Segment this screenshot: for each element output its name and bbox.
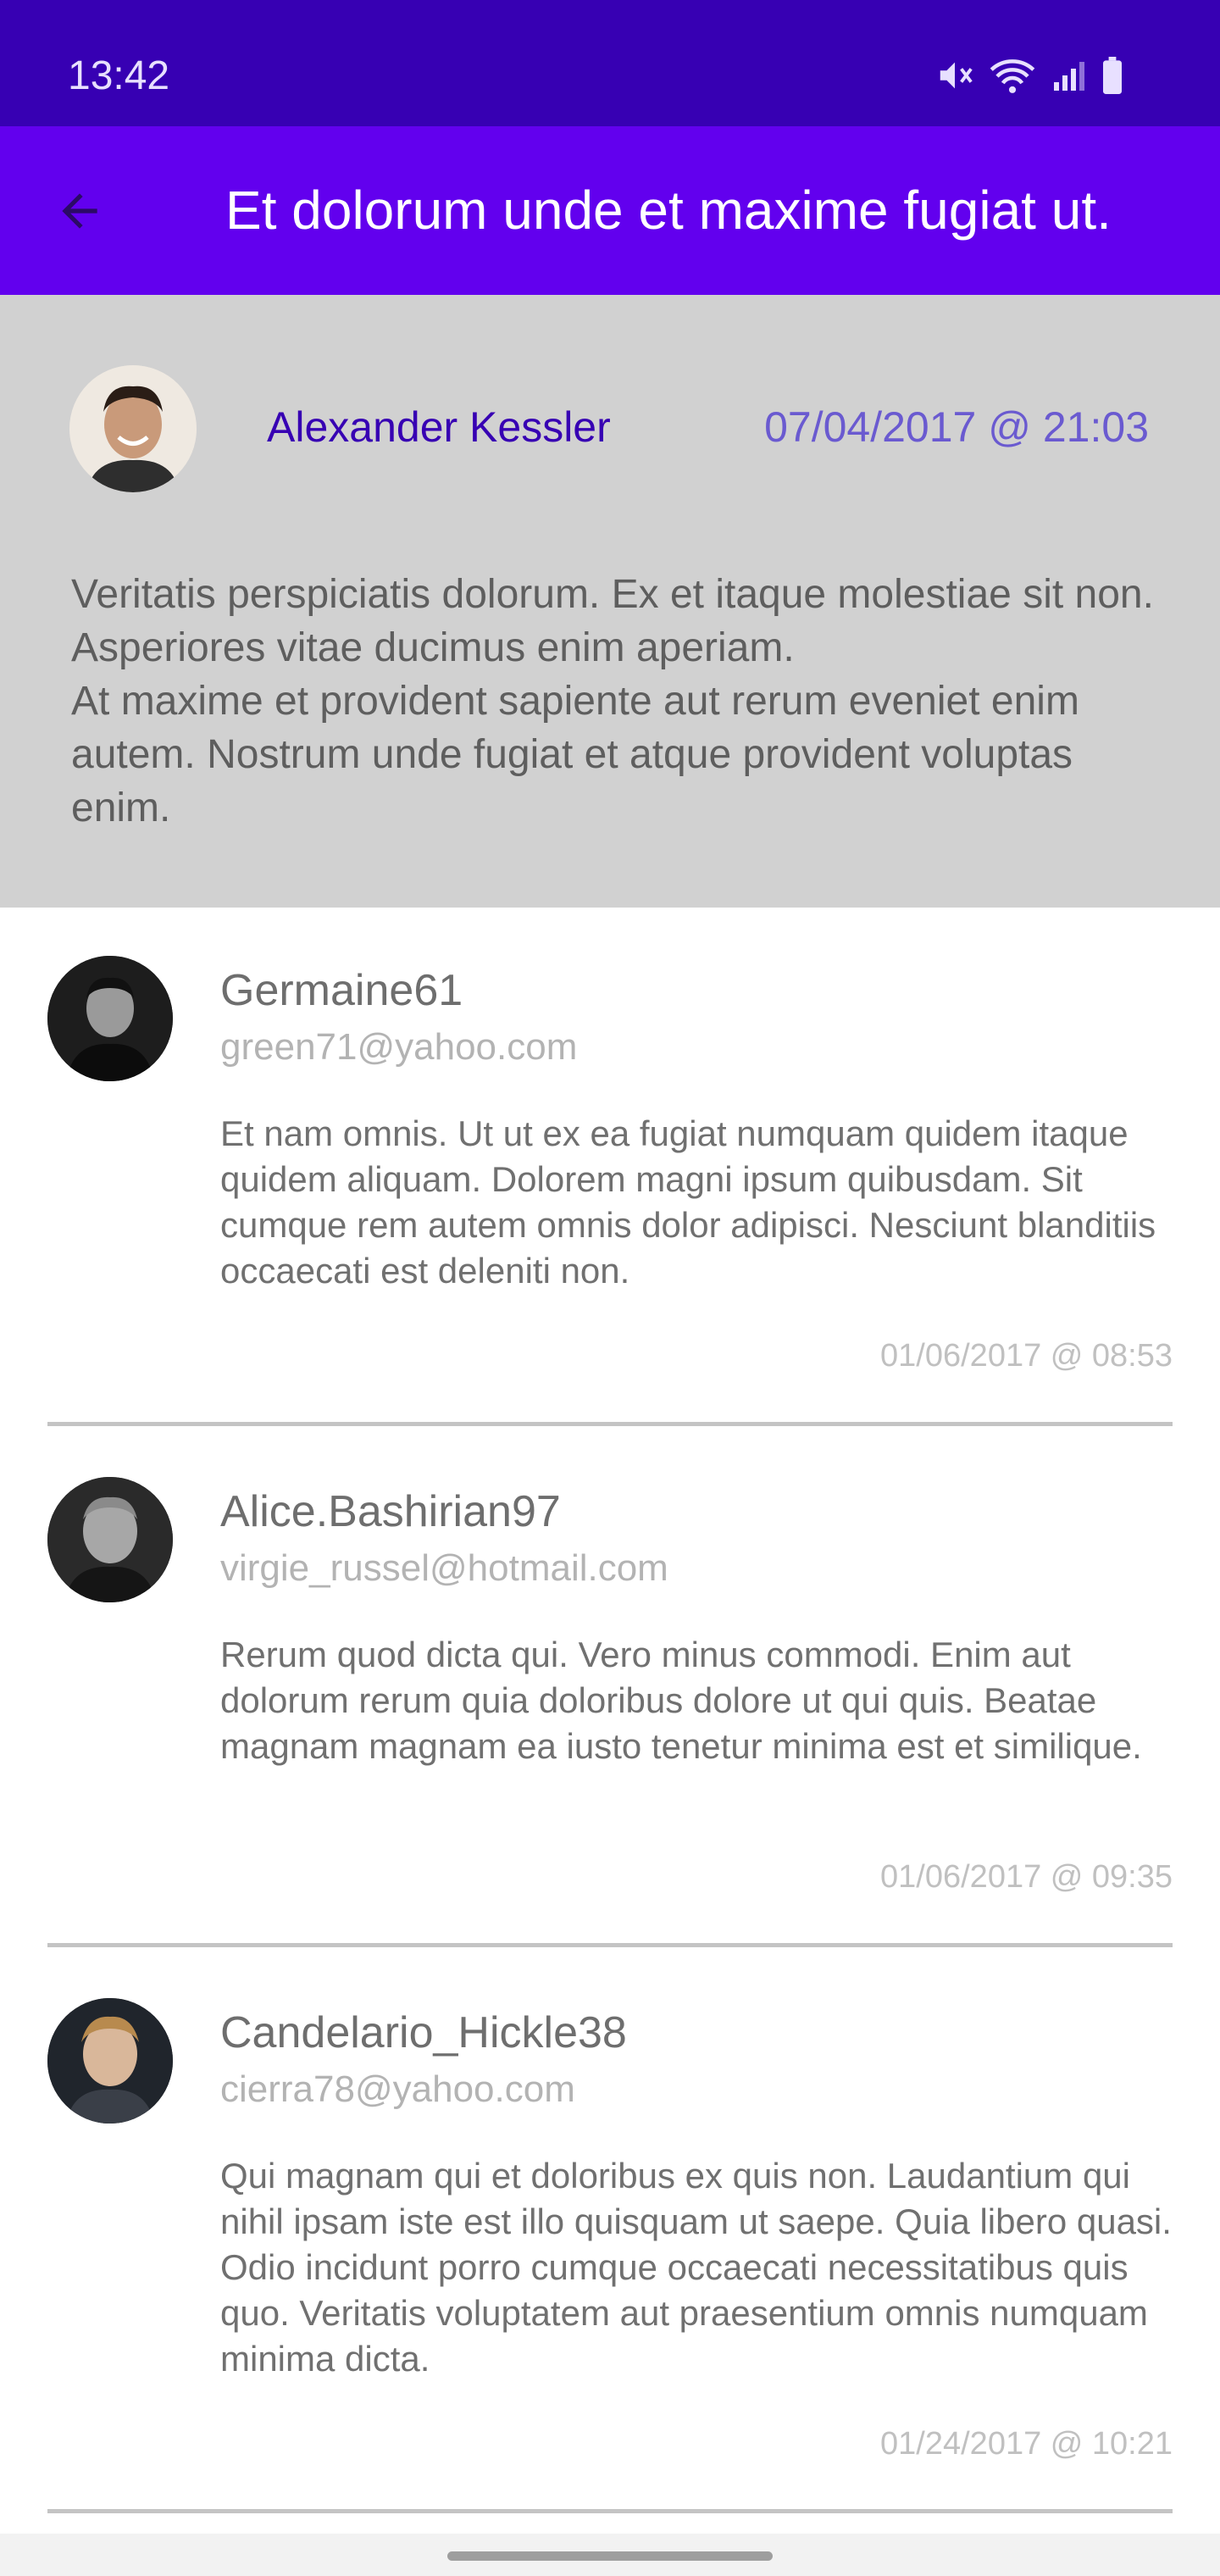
mute-icon: [935, 56, 974, 95]
list-item[interactable]: Alice.Bashirian97 virgie_russel@hotmail.…: [0, 1429, 1220, 1950]
avatar[interactable]: [47, 1477, 173, 1602]
author-avatar[interactable]: [69, 365, 197, 492]
divider: [47, 1422, 1173, 1426]
wifi-icon: [990, 56, 1035, 95]
navigation-bar: [0, 2534, 1220, 2576]
status-bar: 13:42: [0, 0, 1220, 126]
signal-icon: [1051, 58, 1084, 92]
comment-email: virgie_russel@hotmail.com: [220, 1547, 668, 1589]
home-gesture-handle[interactable]: [447, 2551, 773, 2561]
comment-username: Alice.Bashirian97: [220, 1487, 561, 1536]
comment-email: green71@yahoo.com: [220, 1026, 578, 1068]
arrow-back-icon: [53, 185, 106, 242]
comment-body: Rerum quod dicta qui. Vero minus commodi…: [220, 1635, 1142, 1766]
comment-date: 01/24/2017 @ 10:21: [880, 2426, 1173, 2462]
divider: [47, 2509, 1173, 2513]
comment-body: Et nam omnis. Ut ut ex ea fugiat numquam…: [220, 1113, 1156, 1291]
comment-date: 01/06/2017 @ 09:35: [880, 1859, 1173, 1895]
app-bar: Et dolorum unde et maxime fugiat ut.: [0, 126, 1220, 295]
back-button[interactable]: [44, 177, 115, 248]
divider: [47, 1943, 1173, 1947]
comments-list: Germaine61 green71@yahoo.com Et nam omni…: [0, 908, 1220, 2518]
post-header: Alexander Kessler 07/04/2017 @ 21:03 Ver…: [0, 295, 1220, 908]
list-item[interactable]: Germaine61 green71@yahoo.com Et nam omni…: [0, 908, 1220, 1429]
page-title: Et dolorum unde et maxime fugiat ut.: [225, 180, 1112, 241]
avatar[interactable]: [47, 956, 173, 1081]
comment-username: Germaine61: [220, 966, 463, 1015]
comment-body: Qui magnam qui et doloribus ex quis non.…: [220, 2156, 1172, 2379]
post-date: 07/04/2017 @ 21:03: [764, 403, 1149, 451]
comment-email: cierra78@yahoo.com: [220, 2068, 575, 2110]
battery-icon: [1100, 57, 1125, 94]
status-time: 13:42: [68, 53, 170, 98]
status-icons: [935, 56, 1125, 95]
author-name-link[interactable]: Alexander Kessler: [267, 402, 611, 452]
list-item[interactable]: Candelario_Hickle38 cierra78@yahoo.com Q…: [0, 1950, 1220, 2518]
comment-date: 01/06/2017 @ 08:53: [880, 1338, 1173, 1374]
comment-username: Candelario_Hickle38: [220, 2008, 627, 2057]
post-body: Veritatis perspiciatis dolorum. Ex et it…: [71, 572, 1154, 830]
avatar[interactable]: [47, 1998, 173, 2124]
